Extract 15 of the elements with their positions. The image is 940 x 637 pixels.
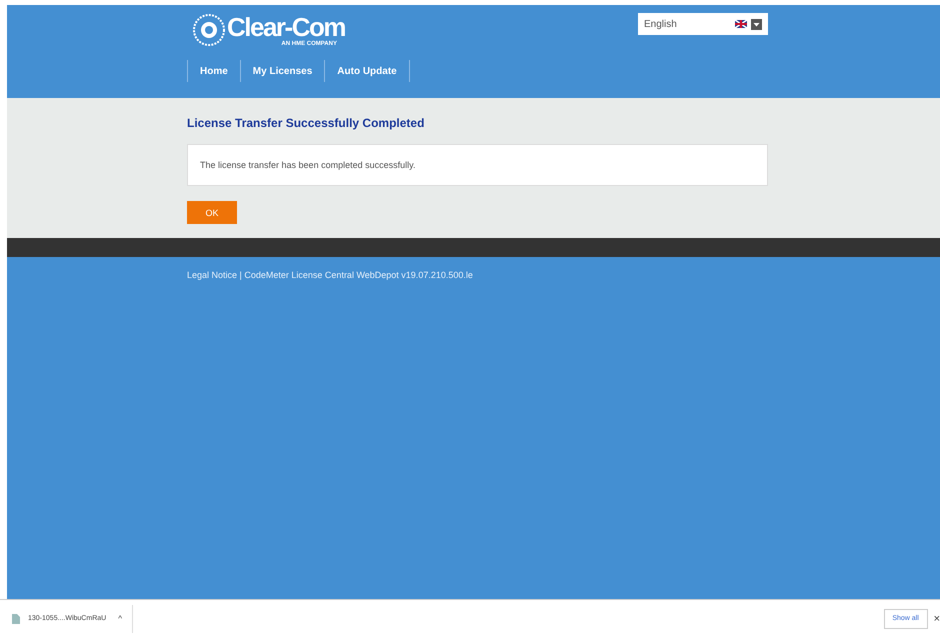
language-select[interactable]: English xyxy=(638,13,768,35)
page-heading: License Transfer Successfully Completed xyxy=(187,115,426,130)
footer-text: Legal Notice | CodeMeter License Central WebDepot v19.07.210.500.le xyxy=(187,270,474,280)
logo-icon xyxy=(193,14,225,46)
nav-link[interactable]: My Licenses xyxy=(240,60,324,82)
flag-icon xyxy=(735,20,747,28)
nav-link[interactable]: Auto Update xyxy=(324,60,410,82)
caret-icon[interactable]: ^ xyxy=(118,614,122,623)
file-icon xyxy=(12,614,20,624)
ok-button[interactable]: OK xyxy=(187,201,237,224)
nav-link[interactable]: Home xyxy=(187,60,240,82)
message-text: The license transfer has been completed successfully. xyxy=(200,160,416,170)
legal-notice-link[interactable]: Legal Notice xyxy=(187,270,238,280)
logo-name: Clear-Com xyxy=(227,13,345,41)
close-icon[interactable]: × xyxy=(934,612,940,624)
